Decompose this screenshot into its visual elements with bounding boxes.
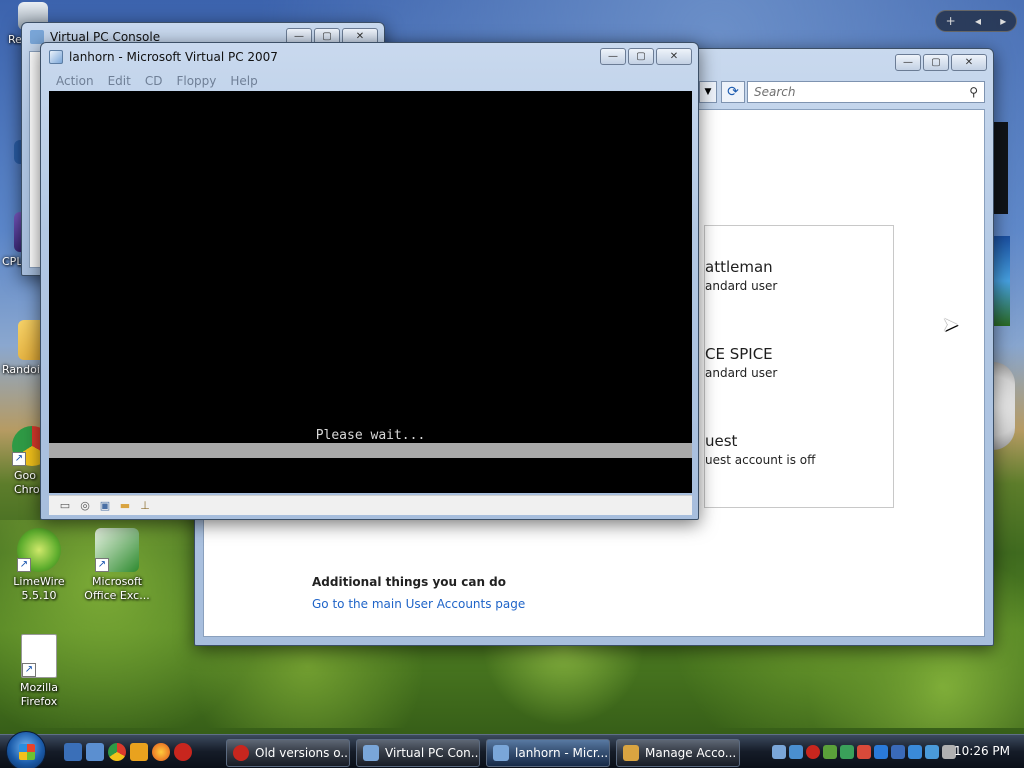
tray-icon[interactable] xyxy=(840,745,854,759)
maximize-button[interactable]: ▢ xyxy=(628,48,654,65)
taskbar-button-label: Manage Acco... xyxy=(645,746,737,760)
firefox-icon: ↗ xyxy=(21,634,57,678)
shortcut-arrow-icon: ↗ xyxy=(95,558,109,572)
tray-icon[interactable] xyxy=(772,745,786,759)
limewire-icon: ↗ xyxy=(17,528,61,572)
boot-progress-bar xyxy=(49,443,692,458)
show-desktop-icon[interactable] xyxy=(64,743,82,761)
network-icon[interactable] xyxy=(925,745,939,759)
taskbar-button-manage-accounts[interactable]: Manage Acco... xyxy=(616,739,740,767)
vm-display[interactable]: Please wait... xyxy=(49,91,692,493)
shortcut-arrow-icon: ↗ xyxy=(12,452,26,466)
taskbar-button-label: Virtual PC Con... xyxy=(385,746,480,760)
account-name: CE SPICE xyxy=(705,345,773,363)
search-icon[interactable]: ⚲ xyxy=(969,85,978,99)
previous-icon[interactable]: ◂ xyxy=(975,14,981,28)
virtual-machine-window[interactable]: lanhorn - Microsoft Virtual PC 2007 — ▢ … xyxy=(40,42,699,520)
vm-status-bar: ▭ ◎ ▣ ▬ ⊥ xyxy=(49,495,692,515)
desktop-icon-label: Microsoft Office Exc... xyxy=(84,575,150,602)
refresh-button[interactable]: ⟳ xyxy=(721,81,745,103)
taskbar-button-opera[interactable]: Old versions o... xyxy=(226,739,350,767)
mouse-cursor-icon: ➤ xyxy=(942,312,959,336)
shared-folder-icon[interactable]: ▬ xyxy=(117,499,133,513)
maximize-button[interactable]: ▢ xyxy=(923,54,949,71)
minimize-button[interactable]: — xyxy=(600,48,626,65)
accounts-list: attleman andard user CE SPICE andard use… xyxy=(704,225,894,508)
shortcut-arrow-icon: ↗ xyxy=(22,663,36,677)
opera-icon xyxy=(233,745,249,761)
next-icon[interactable]: ▸ xyxy=(1000,14,1006,28)
account-name: uest xyxy=(705,432,738,450)
main-user-accounts-link[interactable]: Go to the main User Accounts page xyxy=(312,597,525,611)
opera-icon[interactable] xyxy=(174,743,192,761)
minimize-button[interactable]: — xyxy=(895,54,921,71)
taskbar-button-label: lanhorn - Micr... xyxy=(515,746,609,760)
desktop-icon-label: LimeWire 5.5.10 xyxy=(13,575,65,602)
firefox-desktop-icon[interactable]: ↗ Mozilla Firefox xyxy=(2,634,76,709)
menu-edit[interactable]: Edit xyxy=(101,74,138,88)
address-dropdown-button[interactable]: ▼ xyxy=(699,81,717,103)
tray-icon[interactable] xyxy=(891,745,905,759)
add-gadget-icon[interactable]: + xyxy=(946,14,956,28)
account-type: andard user xyxy=(705,366,778,380)
menu-cd[interactable]: CD xyxy=(138,74,170,88)
hard-disk-icon[interactable]: ▭ xyxy=(57,499,73,513)
boot-status-text: Please wait... xyxy=(315,428,426,443)
account-name: attleman xyxy=(705,258,773,276)
excel-icon: ↗ xyxy=(95,528,139,572)
desktop-icon-label: Mozilla Firefox xyxy=(20,681,58,708)
tray-icon[interactable] xyxy=(806,745,820,759)
start-button[interactable] xyxy=(6,731,46,768)
account-type: andard user xyxy=(705,279,778,293)
user-accounts-icon xyxy=(623,745,639,761)
taskbar-clock[interactable]: 10:26 PM xyxy=(954,744,1010,758)
window-controls: — ▢ ✕ xyxy=(600,48,692,65)
network-icon[interactable]: ⊥ xyxy=(137,499,153,513)
account-item[interactable]: uest uest account is off xyxy=(705,432,815,467)
close-button[interactable]: ✕ xyxy=(951,54,987,71)
taskbar-button-virtual-pc-console[interactable]: Virtual PC Con... xyxy=(356,739,480,767)
cd-icon[interactable]: ◎ xyxy=(77,499,93,513)
taskbar-button-lanhorn[interactable]: lanhorn - Micr... xyxy=(486,739,610,767)
messenger-icon[interactable] xyxy=(130,743,148,761)
search-placeholder: Search xyxy=(754,85,796,99)
close-button[interactable]: ✕ xyxy=(656,48,692,65)
tray-icon[interactable] xyxy=(789,745,803,759)
account-item[interactable]: CE SPICE andard user xyxy=(705,345,777,380)
taskbar-button-label: Old versions o... xyxy=(255,746,350,760)
clock-gadget[interactable] xyxy=(993,362,1015,450)
slideshow-gadget[interactable] xyxy=(992,236,1010,326)
additional-things-heading: Additional things you can do xyxy=(312,575,507,589)
quick-launch xyxy=(64,743,192,761)
virtual-pc-icon xyxy=(493,745,509,761)
account-item[interactable]: attleman andard user xyxy=(705,258,777,293)
menu-help[interactable]: Help xyxy=(223,74,264,88)
tray-icon[interactable] xyxy=(857,745,871,759)
account-type: uest account is off xyxy=(705,453,816,467)
chrome-icon[interactable] xyxy=(108,743,126,761)
window-controls: — ▢ ✕ xyxy=(895,54,987,71)
limewire-desktop-icon[interactable]: ↗ LimeWire 5.5.10 xyxy=(2,528,76,603)
menu-action[interactable]: Action xyxy=(49,74,101,88)
sidebar-gadget-controls[interactable]: + ◂ ▸ xyxy=(935,10,1017,32)
virtual-pc-icon xyxy=(363,745,379,761)
tray-icon[interactable] xyxy=(908,745,922,759)
menu-floppy[interactable]: Floppy xyxy=(169,74,223,88)
tray-icon[interactable] xyxy=(874,745,888,759)
window-title: lanhorn - Microsoft Virtual PC 2007 xyxy=(69,50,278,64)
taskbar: Old versions o... Virtual PC Con... lanh… xyxy=(0,731,1024,768)
shortcut-arrow-icon: ↗ xyxy=(17,558,31,572)
firefox-icon[interactable] xyxy=(152,743,170,761)
sidebar-gadget[interactable] xyxy=(992,122,1008,214)
switch-windows-icon[interactable] xyxy=(86,743,104,761)
virtual-pc-icon xyxy=(49,50,63,64)
excel-desktop-icon[interactable]: ↗ Microsoft Office Exc... xyxy=(80,528,154,603)
floppy-icon[interactable]: ▣ xyxy=(97,499,113,513)
tray-icon[interactable] xyxy=(823,745,837,759)
search-input[interactable]: Search ⚲ xyxy=(747,81,985,103)
vm-menubar: Action Edit CD Floppy Help xyxy=(41,71,698,91)
